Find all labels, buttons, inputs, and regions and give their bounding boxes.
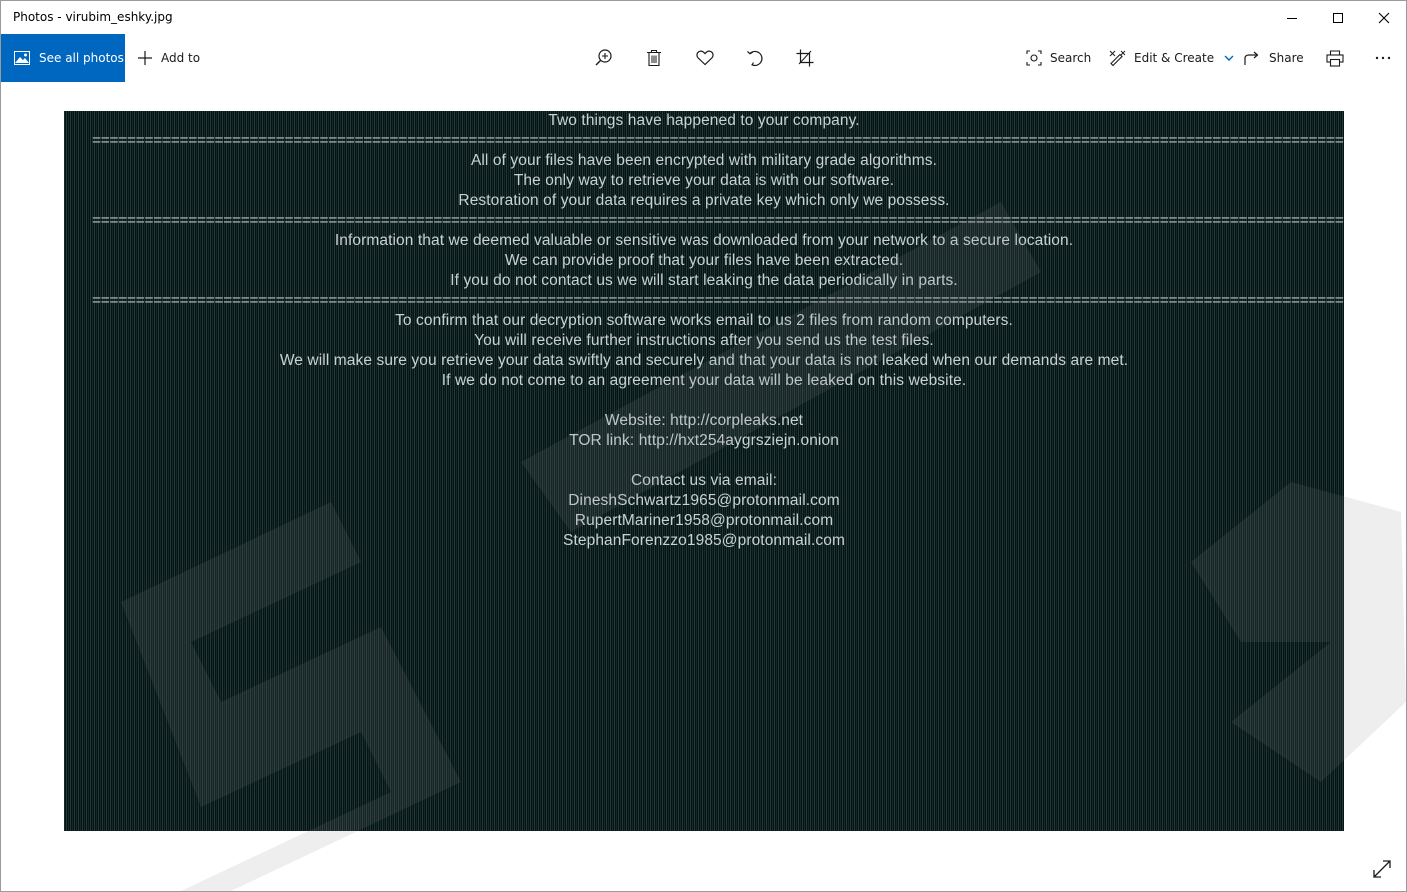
note-line: Website: http://corpleaks.net [604,412,804,429]
delete-button[interactable] [634,34,674,82]
minimize-button[interactable] [1269,1,1315,34]
note-line: You will receive further instructions af… [474,332,934,349]
trash-icon [647,49,661,67]
heart-icon [696,50,714,66]
note-line: RupertMariner1958@protonmail.com [574,512,834,529]
add-to-button[interactable]: Add to [137,34,200,82]
more-icon [1375,56,1391,60]
note-line: Restoration of your data requires a priv… [458,192,950,209]
title-bar: Photos - virubim_eshky.jpg [1,1,1406,34]
see-all-photos-button[interactable]: See all photos [1,34,125,82]
note-line [64,451,1344,471]
search-label: Search [1050,51,1092,65]
note-line: The only way to retrieve your data is wi… [513,172,895,189]
zoom-button[interactable] [584,34,624,82]
rotate-button[interactable] [735,34,775,82]
crop-icon [796,49,814,67]
ransom-note-text: Two things have happened to your company… [64,111,1344,551]
note-line: If we do not come to an agreement your d… [441,372,967,389]
maximize-button[interactable] [1315,1,1361,34]
maximize-icon [1333,12,1343,23]
note-line: We will make sure you retrieve your data… [279,352,1129,369]
note-line: StephanForenzzo1985@protonmail.com [563,532,845,549]
more-button[interactable] [1363,34,1403,82]
photos-window: Photos - virubim_eshky.jpg See all photo… [0,0,1407,892]
edit-create-button[interactable]: Edit & Create [1109,34,1234,82]
chevron-down-icon [1224,55,1234,61]
window-title: Photos - virubim_eshky.jpg [13,10,173,24]
toolbar: See all photos Add to Search Edit & Crea… [1,34,1406,82]
note-line: Two things have happened to your company… [548,112,860,129]
note-line: We can provide proof that your files hav… [504,252,904,269]
note-line: DineshSchwartz1965@protonmail.com [568,492,840,509]
crop-button[interactable] [785,34,825,82]
photos-icon [14,51,30,65]
note-line [64,391,1344,411]
printer-icon [1326,49,1344,67]
minimize-icon [1287,17,1297,19]
close-button[interactable] [1361,1,1407,34]
ransom-note-image: Two things have happened to your company… [64,111,1344,831]
edit-create-label: Edit & Create [1134,51,1215,65]
search-button[interactable]: Search [1026,34,1091,82]
favorite-button[interactable] [685,34,725,82]
visual-search-icon [1026,50,1042,66]
print-button[interactable] [1315,34,1355,82]
note-line: TOR link: http://hxt254aygrsziejn.onion [569,432,839,449]
share-icon [1244,51,1259,65]
note-line: Information that we deemed valuable or s… [334,232,1074,249]
edit-create-icon [1109,50,1126,66]
rotate-icon [747,50,763,67]
plus-icon [138,51,152,65]
note-line: All of your files have been encrypted wi… [470,152,938,169]
expand-button[interactable] [1370,857,1394,881]
note-line: If you do not contact us we will start l… [450,272,958,289]
close-icon [1378,12,1390,23]
separator-line: ========================================… [92,212,1344,229]
separator-line: ========================================… [92,292,1344,309]
separator-line: ========================================… [92,132,1344,149]
add-to-label: Add to [161,51,201,65]
note-line: To confirm that our decryption software … [395,312,1013,329]
note-line: Contact us via email: [631,472,777,489]
see-all-photos-label: See all photos [39,51,124,65]
zoom-in-icon [595,49,612,66]
expand-icon [1373,860,1391,878]
share-label: Share [1269,51,1304,65]
image-viewer: Two things have happened to your company… [1,82,1406,891]
share-button[interactable]: Share [1244,34,1304,82]
